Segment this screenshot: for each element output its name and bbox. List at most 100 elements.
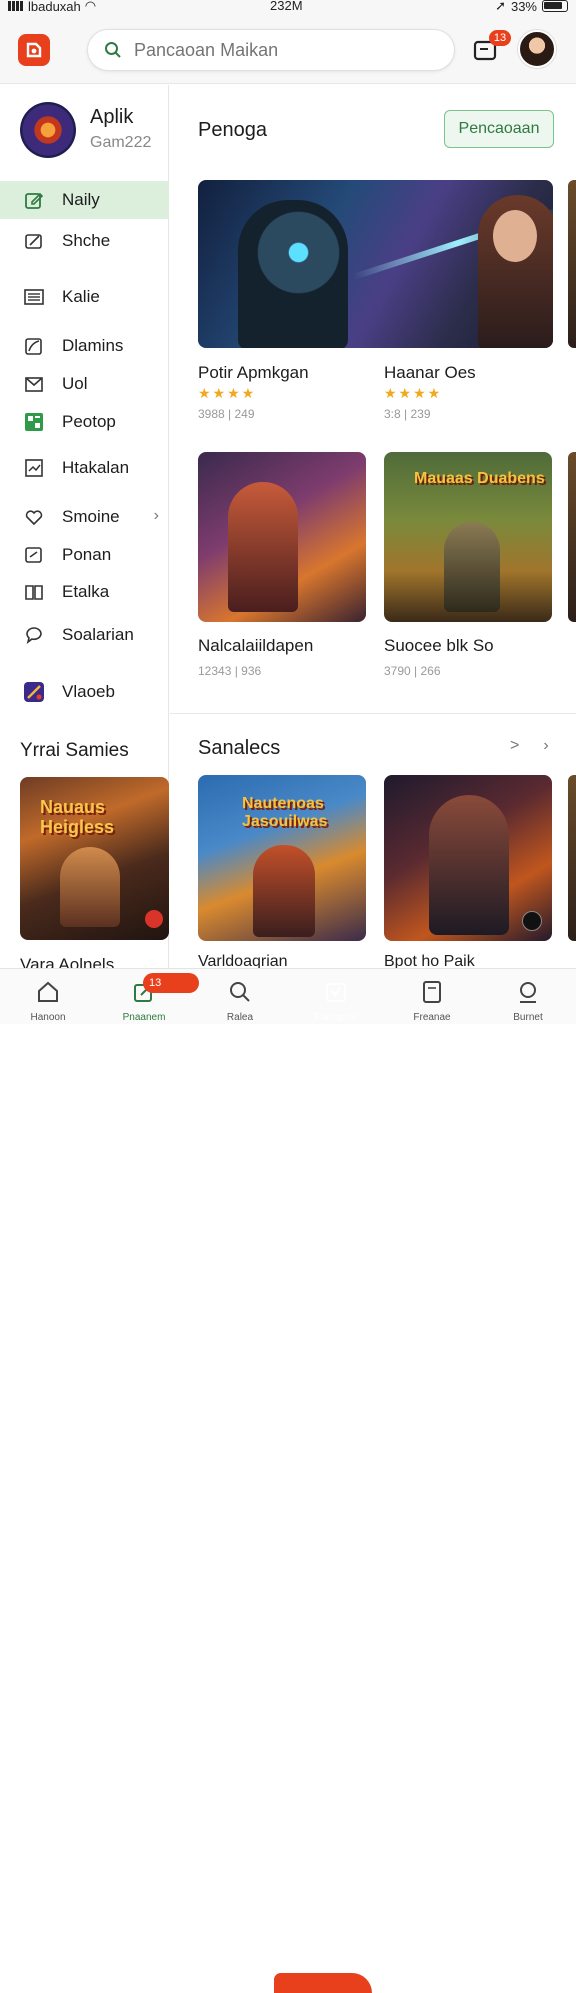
app-icon[interactable] (20, 102, 76, 158)
avatar[interactable] (518, 30, 556, 68)
tab-home[interactable]: Hanoon (0, 969, 96, 1025)
search-icon (105, 42, 121, 58)
game-title[interactable]: Nalcalaiildapen (198, 636, 313, 656)
edit-icon (22, 188, 46, 212)
sidebar-item-htakalan[interactable]: Htakalan (0, 449, 169, 487)
featured-banner[interactable] (198, 180, 553, 348)
book-icon (22, 580, 46, 604)
app-logo[interactable] (18, 34, 50, 66)
home-icon (38, 981, 58, 1002)
tab-badge: 13 (143, 973, 199, 993)
game-title[interactable]: Varldoaqrian (198, 953, 288, 968)
message-badge: 13 (489, 30, 511, 46)
tab-label: Burnet (513, 1012, 543, 1023)
wifi-icon: ◠ (84, 0, 97, 13)
tab-label: Hanoon (30, 1012, 66, 1023)
arrow-left-icon[interactable]: ˃ (510, 737, 543, 754)
sidebar-item-label: Peotop (62, 412, 116, 431)
game-card[interactable]: Nauaus Heigless (20, 777, 169, 940)
game-character (444, 522, 500, 612)
game-card[interactable] (198, 452, 366, 622)
game-meta: 3790 | 266 (384, 664, 441, 678)
tab-faroqolnt[interactable]: Faroqolnt (288, 969, 384, 1025)
game-card[interactable] (384, 775, 552, 941)
sidebar-item-kalie[interactable]: Kalie (0, 278, 169, 316)
next-card-peek[interactable] (568, 452, 576, 622)
section-title: Sanalecs (198, 737, 281, 759)
sidebar-item-peotop[interactable]: Peotop (0, 403, 169, 441)
section-action-button[interactable]: Pencaoaan (444, 110, 554, 148)
sidebar-item-label: Naily (62, 190, 100, 209)
tab-label: Pnaanem (122, 1012, 166, 1023)
game-title[interactable]: Potir Apmkgan (198, 363, 309, 383)
sidebar-item-soalarian[interactable]: Soalarian (0, 616, 169, 654)
sidebar-item-label: Soalarian (62, 625, 134, 644)
section-divider (170, 713, 576, 714)
game-card-title: Nauaus Heigless (40, 797, 115, 837)
status-bar: lbaduxah ◠ 232M ➚ 33% (0, 0, 576, 16)
chevron-right-icon[interactable]: › (543, 737, 572, 754)
app-subtitle: Gam222 (90, 134, 152, 151)
sidebar-item-dlamins[interactable]: Dlamins (0, 327, 169, 365)
battery-icon (542, 0, 568, 12)
next-card-peek[interactable] (568, 775, 576, 941)
sidebar-item-label: Shche (62, 231, 111, 250)
chevron-right-icon: › (153, 507, 159, 524)
tag-icon (22, 543, 46, 567)
sidebar-item-label: Htakalan (62, 458, 130, 477)
game-character (429, 795, 509, 935)
list-icon (22, 285, 46, 309)
sidebar-item-smoine[interactable]: Smoine › (0, 498, 169, 536)
sidebar-item-label: Dlamins (62, 336, 124, 355)
add-icon[interactable] (522, 911, 542, 931)
tab-burnet[interactable]: Burnet (480, 969, 576, 1025)
sidebar-item-vlaoeb[interactable]: Vlaoeb (0, 673, 169, 711)
bottom-tab-bar: Hanoon Pnaanem 13 Ralea Faroqolnt Freana… (0, 968, 576, 1993)
sidebar-item-ponan[interactable]: Ponan (0, 536, 169, 574)
location-icon: ➚ (495, 0, 506, 13)
book-icon (423, 981, 441, 1003)
user-icon (520, 982, 536, 1003)
game-card-title: Mauaas Duabens (414, 470, 545, 487)
game-character (228, 482, 298, 612)
game-title[interactable]: Haanar Oes (384, 363, 476, 383)
game-card[interactable]: Nautenoas Jasouilwas (198, 775, 366, 941)
search-bar[interactable] (87, 29, 455, 71)
game-meta: 3988 | 249 (198, 407, 255, 421)
signal-icon (8, 1, 24, 11)
carrier-label: lbaduxah (28, 0, 81, 14)
chat-icon (22, 623, 46, 647)
game-title[interactable]: Suocee blk So (384, 636, 494, 656)
record-icon[interactable] (145, 910, 163, 928)
character-face (493, 210, 537, 262)
search-input[interactable] (134, 39, 434, 61)
sidebar-item-label: Etalka (62, 582, 110, 601)
next-card-peek[interactable] (568, 180, 576, 348)
carousel-arrows: ˃› (510, 737, 573, 755)
sidebar-item-label: Kalie (62, 287, 100, 306)
tab-freanae[interactable]: Freanae (384, 969, 480, 1025)
calendar-icon (326, 983, 346, 1002)
battery-percent: 33% (510, 0, 537, 14)
game-title[interactable]: Bpot ho Paik (384, 953, 475, 968)
active-tab-highlight (274, 1973, 372, 1993)
main-content: Penoga Pencaoaan Potir Apmkgan ★★★★ 3988… (170, 85, 576, 968)
app-name: Aplik (90, 106, 134, 128)
game-card[interactable]: Mauaas Duabens (384, 452, 552, 622)
tab-label: Ralea (226, 1012, 254, 1023)
tab-label: Freanae (413, 1012, 451, 1023)
app-header: 13 (0, 16, 576, 84)
tab-ralea[interactable]: Ralea (192, 969, 288, 1025)
section-title: Yrrai Samies (20, 740, 129, 761)
sidebar-item-naily[interactable]: Naily (0, 181, 169, 219)
sidebar-item-etalka[interactable]: Etalka (0, 573, 169, 611)
leaf-icon (22, 334, 46, 358)
sidebar-item-shche[interactable]: Shche (0, 222, 169, 260)
search-icon (230, 982, 250, 1002)
heart-icon (22, 505, 46, 529)
sidebar-item-uol[interactable]: Uol (0, 365, 169, 403)
sword-icon (22, 680, 46, 704)
game-card-title: Nautenoas Jasouilwas (242, 795, 328, 830)
star-rating: ★★★★ (384, 385, 443, 401)
game-meta: 12343 | 936 (198, 664, 262, 678)
